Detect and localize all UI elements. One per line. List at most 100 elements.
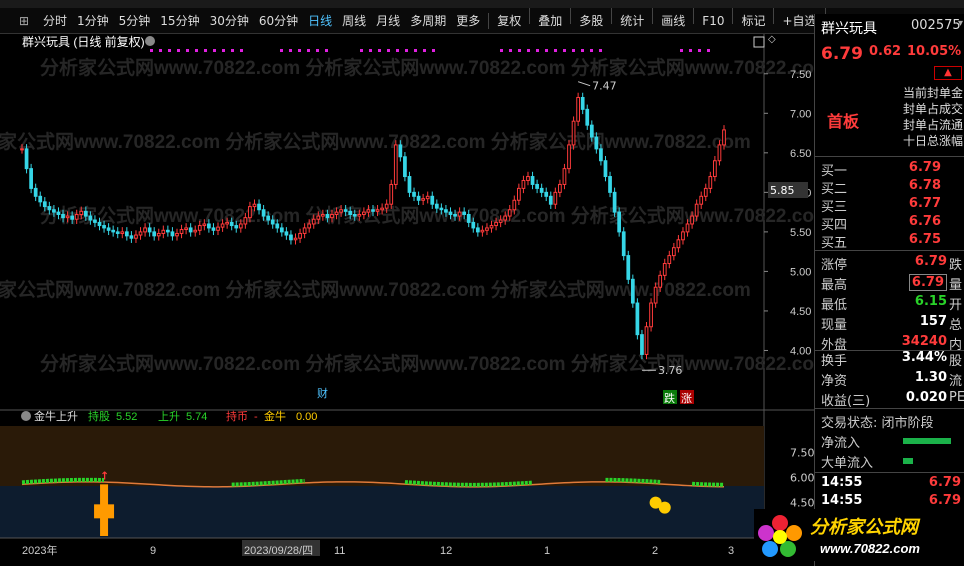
candle-body (412, 191, 416, 197)
chart-type-icon[interactable]: ⊞ (16, 13, 32, 29)
candle-body (320, 213, 325, 217)
candle-body (302, 227, 307, 234)
candle-body (681, 231, 685, 241)
candle-body (115, 231, 120, 234)
signal-dot (581, 49, 584, 52)
signal-dot (222, 49, 225, 52)
stat-value: 1.30 (914, 370, 947, 385)
tool-button-5[interactable]: F10 (697, 8, 729, 34)
candle-body (599, 148, 603, 162)
y-tick-label: 6.50 (790, 148, 811, 160)
tool-button-3[interactable]: 统计 (615, 8, 649, 34)
stat-value: 34240 (901, 334, 947, 349)
candle-body (111, 229, 116, 233)
candle-body (425, 195, 430, 200)
candle-body (211, 227, 216, 231)
flower-icon (758, 515, 802, 557)
title-dropdown-icon[interactable] (145, 36, 155, 46)
candle-body (393, 144, 398, 185)
candle-body (65, 215, 70, 219)
net-inflow-bar (903, 438, 951, 444)
indicator-legend-hold_value: 5.52 (116, 411, 137, 423)
tool-button-1[interactable]: 叠加 (533, 8, 567, 34)
candle-body (558, 183, 562, 193)
indicator-menu-icon[interactable] (21, 411, 31, 421)
indicator-bg-bottom (0, 486, 764, 538)
period-tab-0[interactable]: 分时 (38, 8, 72, 34)
candle-body (662, 263, 667, 276)
period-tab-7[interactable]: 周线 (337, 8, 371, 34)
candle-body (147, 227, 152, 233)
candle-body (585, 108, 590, 126)
stat-extra: 跌 (949, 258, 963, 273)
stat-extra: 股 (949, 354, 963, 369)
candle-body (74, 213, 79, 220)
bid-row[interactable]: 买一 6.79 (815, 160, 964, 180)
signal-dot (159, 49, 162, 52)
period-tab-3[interactable]: 15分钟 (155, 8, 204, 34)
stock-code: 002575 (911, 18, 961, 33)
candle-body (539, 187, 544, 193)
collapse-arrow-icon[interactable]: ▲ (934, 66, 962, 80)
candle-body (375, 209, 380, 212)
bid-price: 6.79 (908, 160, 941, 175)
candle-body (24, 148, 29, 170)
trade-status-row: 交易状态: 闭市阶段 (815, 412, 964, 432)
period-tab-9[interactable]: 多周期 (405, 8, 451, 34)
stat-label: 现量 (821, 318, 848, 333)
bid-row[interactable]: 买三 6.77 (815, 196, 964, 216)
period-tab-4[interactable]: 30分钟 (205, 8, 254, 34)
stat-value: 6.79 (914, 254, 947, 269)
bid-label: 买一 (821, 164, 848, 179)
quote-panel: 群兴玩具 002575 ▾ 6.79 0.62 10.05% ▲ 首板 当前封单… (814, 14, 964, 566)
candle-body (102, 225, 106, 229)
big-inflow-label: 大单流入 (821, 456, 874, 471)
period-tab-5[interactable]: 60分钟 (254, 8, 303, 34)
signal-dot (707, 49, 710, 52)
watermark-text: 分析家公式网www.70822.com 分析家公式网www.70822.com … (40, 56, 814, 79)
signal-dot (168, 49, 171, 52)
candle-body (138, 231, 143, 236)
candle-body (690, 215, 694, 225)
low-label: 3.76 (658, 364, 683, 377)
candle-body (47, 206, 52, 211)
period-tab-2[interactable]: 5分钟 (114, 8, 156, 34)
tool-button-6[interactable]: 标记 (736, 8, 770, 34)
bid-price: 6.76 (908, 214, 941, 229)
period-tab-8[interactable]: 月线 (371, 8, 405, 34)
price-change-pct: 10.05% (907, 44, 962, 59)
candle-body (188, 227, 193, 233)
bid-label: 买四 (821, 218, 848, 233)
signal-dot (680, 49, 683, 52)
signal-dot (298, 49, 301, 52)
stat-value: 3.44% (901, 350, 947, 365)
tool-button-0[interactable]: 复权 (492, 8, 526, 34)
period-tab-1[interactable]: 1分钟 (72, 8, 114, 34)
candle-body (161, 229, 166, 234)
candle-body (316, 215, 321, 220)
indicator-bg-top (0, 426, 764, 486)
period-tab-10[interactable]: 更多 (451, 8, 485, 34)
tool-button-2[interactable]: 多股 (574, 8, 608, 34)
period-tab-6[interactable]: 日线 (303, 8, 337, 34)
bid-row[interactable]: 买五 6.75 (815, 232, 964, 252)
candle-body (453, 213, 457, 217)
candle-body (517, 187, 521, 201)
candle-body (261, 209, 266, 217)
candle-body (658, 274, 663, 288)
candle-body (243, 217, 248, 225)
candle-body (617, 211, 622, 233)
candle-body (530, 176, 535, 185)
tool-button-4[interactable]: 画线 (656, 8, 690, 34)
finance-event-marker[interactable]: 财 (317, 386, 328, 400)
settings-diamond-icon[interactable]: ◇ (768, 34, 776, 45)
candle-body (380, 207, 384, 211)
header-dropdown-icon[interactable]: ▾ (958, 18, 963, 29)
kline-chart[interactable]: 分析家公式网www.70822.com 分析家公式网www.70822.com … (0, 34, 814, 566)
candle-body (334, 211, 339, 215)
bid-row[interactable]: 买二 6.78 (815, 178, 964, 198)
candle-body (562, 168, 567, 185)
candle-body (79, 210, 84, 215)
logo-graphic: 分析家公式网 www.70822.com (758, 515, 921, 557)
bid-row[interactable]: 买四 6.76 (815, 214, 964, 234)
